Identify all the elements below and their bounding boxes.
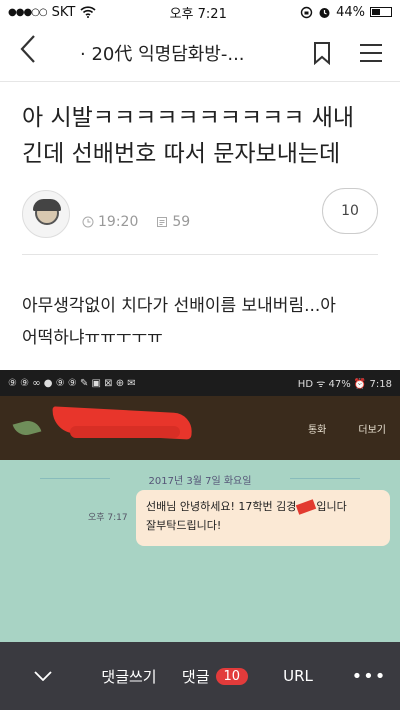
- embedded-chat-area: 2017년 3월 7일 화요일 오후 7:17 선배님 안녕하세요! 17학번 …: [0, 460, 400, 642]
- bottom-toolbar: 댓글쓰기 댓글 10 URL •••: [0, 642, 400, 710]
- rotation-lock-icon: [300, 6, 313, 18]
- red-scribble: [296, 499, 317, 515]
- chevron-left-icon: [20, 34, 35, 63]
- battery-percent: 44%: [336, 4, 365, 20]
- embedded-more-label: 더보기: [358, 424, 386, 436]
- back-button[interactable]: [0, 24, 56, 82]
- write-comment-button[interactable]: 댓글쓰기: [86, 666, 172, 687]
- embedded-call-label: 통화: [307, 424, 327, 436]
- red-redaction: [70, 426, 180, 438]
- clock-icon: [82, 216, 94, 228]
- hamburger-icon: [360, 43, 382, 46]
- bookmark-icon: [314, 41, 330, 65]
- embedded-status-bar: ⑨ ⑨ ∞ ● ⑨ ⑨ ✎ ▣ ⊠ ⊕ ✉ HD ᯤ 47% ⏰ 7:18: [0, 370, 400, 396]
- comment-count-badge: 10: [215, 667, 249, 685]
- comment-count-bubble[interactable]: 10: [322, 188, 378, 234]
- post-title: 아 시발ㅋㅋㅋㅋㅋㅋㅋㅋㅋㅋ 새내 긴데 선배번호 따서 문자보내는데: [22, 100, 382, 172]
- menu-button[interactable]: [342, 43, 400, 62]
- board-title[interactable]: · 20代 익명담화방-...: [56, 40, 302, 66]
- post-body: 아무생각없이 치다가 선배이름 보내버림...아 어떡하냐ㅠㅠㅜㅜㅠ: [22, 290, 382, 354]
- post-title-line: 긴데 선배번호 따서 문자보내는데: [22, 141, 341, 167]
- alarm-icon: [319, 7, 330, 18]
- embedded-status-icons: ⑨ ⑨ ∞ ● ⑨ ⑨ ✎ ▣ ⊠ ⊕ ✉: [8, 377, 136, 389]
- post-body-line: 아무생각없이 치다가 선배이름 보내버림...아: [22, 296, 336, 316]
- embedded-chat-header: 통화 더보기: [0, 396, 400, 460]
- embedded-date: 2017년 3월 7일 화요일: [40, 472, 360, 487]
- carrier-label: SKT: [51, 4, 76, 20]
- divider: [22, 254, 378, 255]
- author-name-redacted: [82, 198, 152, 208]
- embedded-status-right: HD ᯤ 47% ⏰ 7:18: [297, 379, 392, 390]
- comments-button[interactable]: 댓글 10: [172, 666, 258, 687]
- bookmark-button[interactable]: [302, 41, 342, 65]
- embedded-message-bubble: 선배님 안녕하세요! 17학번 김경 입니다 잘부탁드립니다!: [136, 490, 390, 546]
- post-views: 59: [156, 214, 190, 230]
- chevron-down-icon: [34, 671, 52, 681]
- embedded-message-time: 오후 7:17: [88, 513, 128, 523]
- views-icon: [157, 217, 168, 227]
- post-time: 19:20: [82, 214, 138, 230]
- leaf-icon: [12, 417, 42, 439]
- more-options-button[interactable]: •••: [338, 666, 400, 687]
- battery-icon: [369, 7, 392, 17]
- attached-screenshot[interactable]: ⑨ ⑨ ∞ ● ⑨ ⑨ ✎ ▣ ⊠ ⊕ ✉ HD ᯤ 47% ⏰ 7:18 통화…: [0, 370, 400, 642]
- signal-strength: ●●●○○: [8, 6, 48, 18]
- avatar[interactable]: [22, 190, 70, 238]
- post-title-line: 아 시발ㅋㅋㅋㅋㅋㅋㅋㅋㅋㅋ 새내: [22, 105, 355, 131]
- collapse-button[interactable]: [0, 671, 86, 681]
- url-button[interactable]: URL: [258, 667, 338, 685]
- post-body-line: 어떡하냐ㅠㅠㅜㅜㅠ: [22, 328, 163, 348]
- clock: 오후 7:21: [169, 6, 227, 22]
- wifi-icon: [80, 6, 96, 18]
- status-bar: ●●●○○ SKT 오후 7:21 44%: [0, 0, 400, 24]
- nav-bar: · 20代 익명담화방-...: [0, 24, 400, 82]
